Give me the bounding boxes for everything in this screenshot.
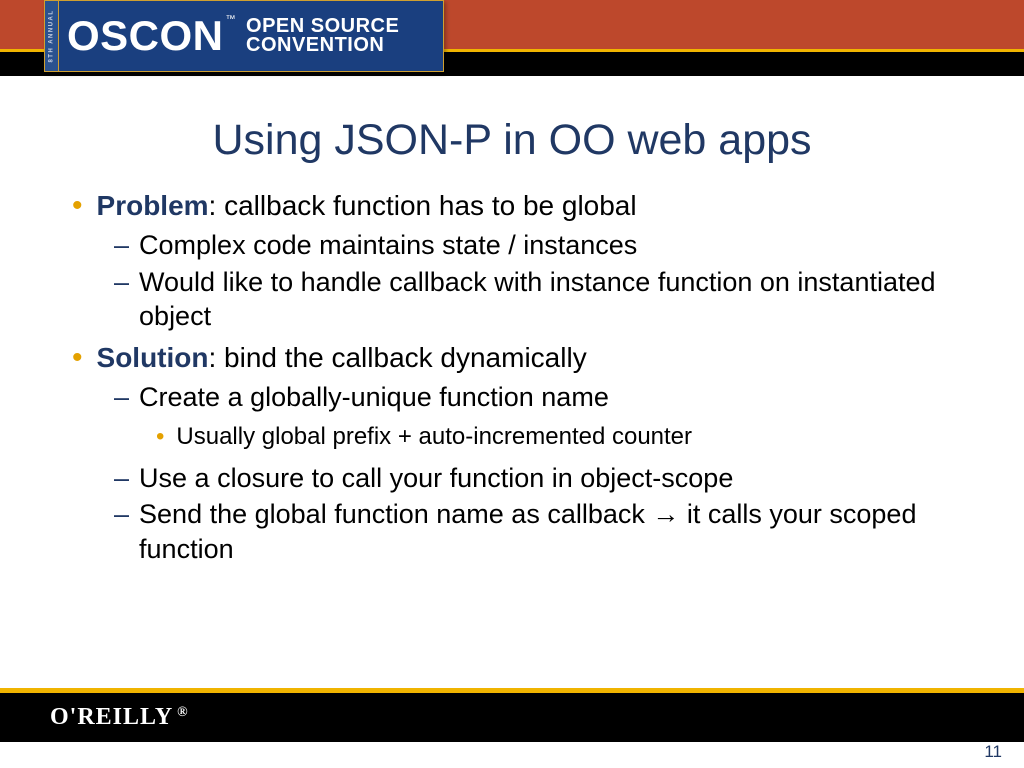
- oscon-sub-line2: CONVENTION: [246, 36, 399, 55]
- dash-icon: –: [114, 265, 129, 334]
- bullet-problem-text: Problem: callback function has to be glo…: [97, 188, 974, 224]
- bullet-problem: • Problem: callback function has to be g…: [72, 188, 974, 224]
- oscon-tm: ™: [226, 14, 237, 25]
- dash-icon: –: [114, 228, 129, 263]
- annual-strip: 8TH ANNUAL: [45, 1, 59, 71]
- oscon-wordmark: OSCON™: [67, 12, 236, 60]
- sub-item: – Send the global function name as callb…: [114, 497, 974, 566]
- sub-item: – Complex code maintains state / instanc…: [114, 228, 974, 263]
- annual-text: 8TH ANNUAL: [49, 9, 55, 62]
- solution-label: Solution: [97, 342, 209, 373]
- bullet-dot-icon: •: [156, 422, 164, 453]
- bullet-dot-icon: •: [72, 340, 83, 376]
- slide-title: Using JSON-P in OO web apps: [0, 116, 1024, 165]
- sub2-text: Usually global prefix + auto-incremented…: [176, 422, 974, 453]
- slide-header: 8TH ANNUAL OSCON™ OPEN SOURCE CONVENTION: [0, 0, 1024, 90]
- problem-rest: : callback function has to be global: [209, 190, 637, 221]
- sub-item: – Create a globally-unique function name: [114, 380, 974, 415]
- sub2-item: • Usually global prefix + auto-increment…: [156, 422, 974, 453]
- page-number: 11: [984, 742, 1002, 762]
- sub-text: Complex code maintains state / instances: [139, 228, 974, 263]
- oreilly-word: O'REILLY: [50, 704, 173, 730]
- sub-item: – Use a closure to call your function in…: [114, 461, 974, 496]
- sub-text: Send the global function name as callbac…: [139, 497, 974, 566]
- sub-text: Would like to handle callback with insta…: [139, 265, 974, 334]
- sub-text: Create a globally-unique function name: [139, 380, 974, 415]
- bullet-dot-icon: •: [72, 188, 83, 224]
- dash-icon: –: [114, 497, 129, 566]
- bullet-solution-text: Solution: bind the callback dynamically: [97, 340, 974, 376]
- bullet-solution: • Solution: bind the callback dynamicall…: [72, 340, 974, 376]
- solution-rest: : bind the callback dynamically: [209, 342, 587, 373]
- oscon-main: OSCON: [67, 12, 224, 59]
- sub-item: – Would like to handle callback with ins…: [114, 265, 974, 334]
- slide: 8TH ANNUAL OSCON™ OPEN SOURCE CONVENTION…: [0, 0, 1024, 768]
- dash-icon: –: [114, 461, 129, 496]
- oscon-logo: 8TH ANNUAL OSCON™ OPEN SOURCE CONVENTION: [44, 0, 444, 72]
- dash-icon: –: [114, 380, 129, 415]
- oscon-subtitle: OPEN SOURCE CONVENTION: [246, 17, 399, 55]
- slide-body: • Problem: callback function has to be g…: [72, 188, 974, 569]
- footer-black-bar: O'REILLY ®: [0, 693, 1024, 742]
- oreilly-reg: ®: [177, 705, 188, 720]
- problem-label: Problem: [97, 190, 209, 221]
- sub-text: Use a closure to call your function in o…: [139, 461, 974, 496]
- oreilly-logo: O'REILLY ®: [50, 704, 189, 731]
- footer-white-bar: [0, 742, 1024, 768]
